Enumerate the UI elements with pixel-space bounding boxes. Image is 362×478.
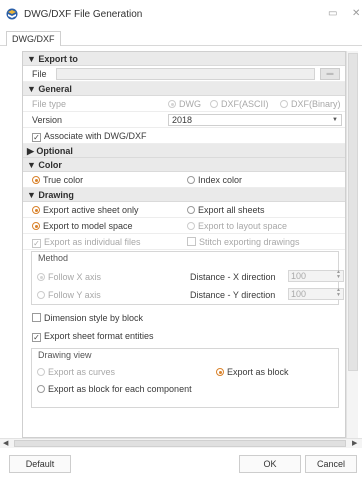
file-row: File ▬ xyxy=(23,66,345,82)
close-icon[interactable]: ✕ xyxy=(352,8,360,19)
tab-strip: DWG/DXF xyxy=(0,30,362,46)
sheet-format-row: ✓ Export sheet format entities xyxy=(23,328,345,344)
file-type-label: File type xyxy=(32,99,67,109)
index-color-radio[interactable]: Index color xyxy=(187,172,242,188)
chevron-down-icon: ▼ xyxy=(332,117,338,123)
follow-x-radio[interactable]: Follow X axis xyxy=(37,268,101,286)
drawing-view-title: Drawing view xyxy=(38,350,92,360)
sheet-scope-row: Export active sheet only Export all shee… xyxy=(23,202,345,218)
minimize-icon[interactable]: ▭ xyxy=(328,8,337,19)
file-path-input[interactable] xyxy=(56,68,315,80)
associate-checkbox[interactable]: ✓ Associate with DWG/DXF xyxy=(32,128,147,144)
cancel-button[interactable]: Cancel xyxy=(305,455,357,473)
export-model-space-radio[interactable]: Export to model space xyxy=(32,218,133,234)
scroll-right-icon[interactable]: ▶ xyxy=(352,439,357,448)
export-individual-checkbox[interactable]: ✓ Export as individual files xyxy=(32,234,141,250)
follow-y-radio[interactable]: Follow Y axis xyxy=(37,286,101,304)
file-type-dxf-ascii-radio[interactable]: DXF(ASCII) xyxy=(210,96,269,112)
window-title: DWG/DXF File Generation xyxy=(24,9,143,20)
sheet-format-checkbox[interactable]: ✓ Export sheet format entities xyxy=(32,328,154,344)
version-select[interactable]: 2018 ▼ xyxy=(168,114,342,126)
app-logo-icon xyxy=(6,8,18,20)
spinner-arrows-icon[interactable]: ▲ ▼ xyxy=(336,270,341,280)
scroll-left-icon[interactable]: ◀ xyxy=(3,439,8,448)
ok-button[interactable]: OK xyxy=(239,455,301,473)
file-type-dxf-binary-radio[interactable]: DXF(Binary) xyxy=(280,96,341,112)
options-panel: ▼ Export to File ▬ ▼ General File type D… xyxy=(22,51,346,438)
distance-y-spinner[interactable]: 100 ▲ ▼ xyxy=(288,288,344,300)
horizontal-scrollbar[interactable]: ◀ ▶ xyxy=(0,438,362,448)
method-title: Method xyxy=(38,253,69,263)
section-export-to[interactable]: ▼ Export to xyxy=(23,52,345,66)
dialog-footer: Default OK Cancel xyxy=(0,448,362,478)
export-all-sheets-radio[interactable]: Export all sheets xyxy=(187,202,265,218)
horizontal-scroll-thumb[interactable] xyxy=(14,440,346,447)
distance-x-spinner[interactable]: 100 ▲ ▼ xyxy=(288,270,344,282)
version-label: Version xyxy=(32,115,63,125)
section-optional[interactable]: ▶ Optional xyxy=(23,144,345,158)
export-block-each-radio[interactable]: Export as block for each component xyxy=(37,381,192,398)
method-group: Method Follow X axis Distance - X direct… xyxy=(31,251,344,305)
export-curves-radio[interactable]: Export as curves xyxy=(37,364,115,381)
space-row: Export to model space Export to layout s… xyxy=(23,218,345,234)
folder-icon[interactable]: ▬ xyxy=(320,68,340,80)
section-general[interactable]: ▼ General xyxy=(23,82,345,96)
default-button[interactable]: Default xyxy=(9,455,71,473)
export-layout-space-radio[interactable]: Export to layout space xyxy=(187,218,287,234)
section-color[interactable]: ▼ Color xyxy=(23,158,345,172)
vertical-scrollbar[interactable] xyxy=(346,51,358,438)
dimension-style-checkbox[interactable]: Dimension style by block xyxy=(32,310,143,326)
distance-y-label: Distance - Y direction xyxy=(190,290,276,300)
section-drawing[interactable]: ▼ Drawing xyxy=(23,188,345,202)
file-label: File xyxy=(32,69,47,79)
files-row: ✓ Export as individual files Stitch expor… xyxy=(23,234,345,250)
dimension-style-row: Dimension style by block xyxy=(23,310,345,326)
associate-row: ✓ Associate with DWG/DXF xyxy=(23,128,345,144)
version-row: Version 2018 ▼ xyxy=(23,112,345,128)
spinner-arrows-icon[interactable]: ▲ ▼ xyxy=(336,288,341,298)
color-row: True color Index color xyxy=(23,172,345,188)
export-active-sheet-radio[interactable]: Export active sheet only xyxy=(32,202,139,218)
export-block-radio[interactable]: Export as block xyxy=(216,364,289,381)
true-color-radio[interactable]: True color xyxy=(32,172,83,188)
file-type-row: File type DWG DXF(ASCII) DXF(Binary) xyxy=(23,96,345,112)
tab-dwg-dxf[interactable]: DWG/DXF xyxy=(6,31,61,46)
vertical-scroll-thumb[interactable] xyxy=(348,53,358,371)
drawing-view-group: Drawing view Export as curves Export as … xyxy=(31,348,339,408)
title-bar: DWG/DXF File Generation ▭ ✕ xyxy=(0,0,362,30)
stitch-checkbox[interactable]: Stitch exporting drawings xyxy=(187,234,300,250)
file-type-dwg-radio[interactable]: DWG xyxy=(168,96,201,112)
distance-x-label: Distance - X direction xyxy=(190,272,276,282)
